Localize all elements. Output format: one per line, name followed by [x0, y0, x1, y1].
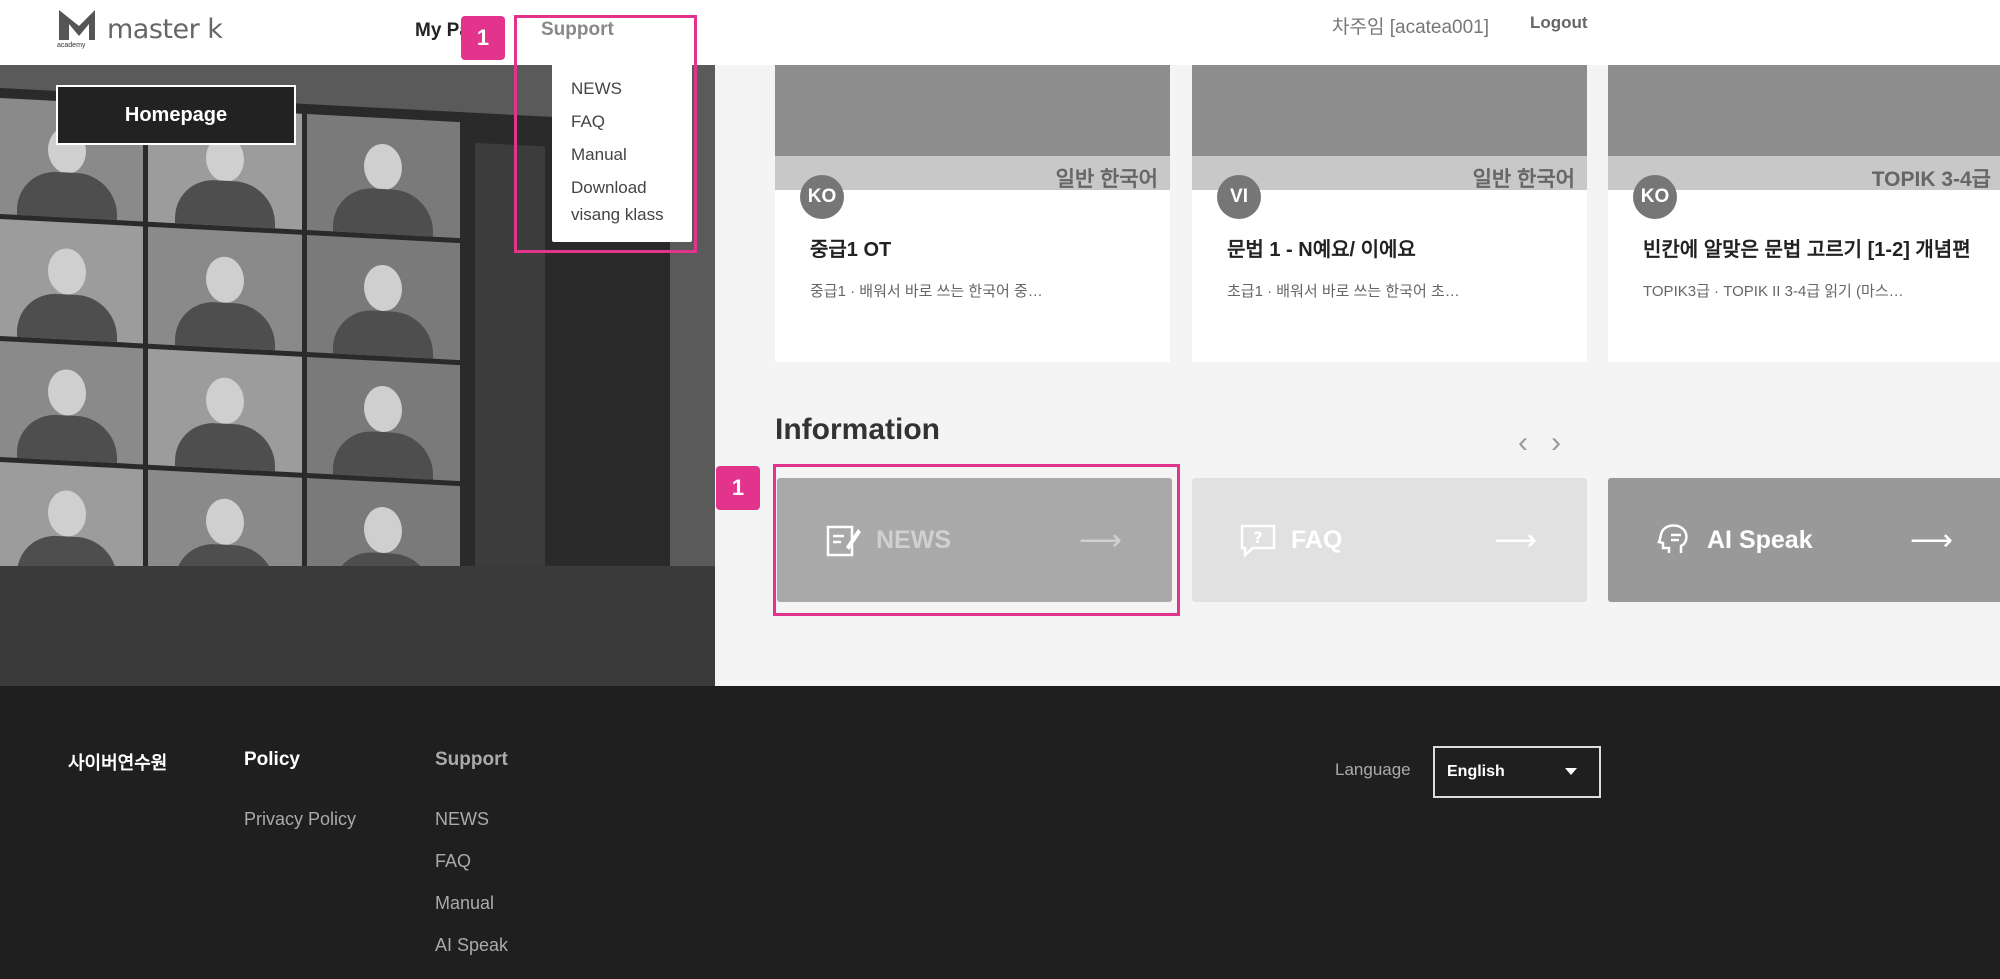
call-sidebar: [475, 142, 545, 617]
menu-item-download[interactable]: Download visang klass: [552, 174, 672, 228]
footer-link-news[interactable]: NEWS: [435, 809, 508, 830]
faq-card-label: FAQ: [1291, 525, 1343, 554]
faq-card[interactable]: ? FAQ ⟶: [1192, 478, 1587, 602]
footer-link-privacy[interactable]: Privacy Policy: [244, 809, 356, 830]
caret-down-icon: [1565, 768, 1577, 775]
logo-mark-icon: academy: [57, 8, 97, 50]
site-footer: 사이버연수원 Policy Privacy Policy Support NEW…: [0, 686, 2000, 979]
news-card[interactable]: NEWS ⟶: [777, 478, 1172, 602]
footer-policy-heading: Policy: [244, 749, 300, 770]
course-title: 문법 1 - N예요/ 이에요: [1227, 239, 1416, 261]
site-header: academy master k My Pa Support 차주임 [acat…: [0, 0, 2000, 65]
logout-link[interactable]: Logout: [1530, 13, 1588, 33]
language-select[interactable]: English: [1433, 746, 1601, 798]
nav-support[interactable]: Support: [541, 19, 614, 41]
logo-subtext: academy: [57, 42, 86, 49]
svg-text:?: ?: [1253, 528, 1262, 547]
course-title: 중급1 OT: [810, 239, 892, 261]
news-card-label: NEWS: [876, 525, 951, 554]
user-name: 차주임 [acatea001]: [1332, 17, 1490, 38]
course-card[interactable]: TOPIK 3-4급 KO 빈칸에 알맞은 문법 고르기 [1-2] 개념편 T…: [1608, 65, 2000, 362]
footer-support-heading: Support: [435, 749, 508, 770]
step-marker: 1: [461, 16, 505, 60]
course-subtitle: TOPIK3급 · TOPIK II 3-4급 읽기 (마스…: [1643, 283, 1904, 300]
footer-link-faq[interactable]: FAQ: [435, 851, 508, 872]
course-subtitle: 초급1 · 배워서 바로 쓰는 한국어 초…: [1227, 283, 1460, 300]
menu-item-manual[interactable]: Manual: [552, 138, 692, 171]
chevron-right-icon[interactable]: ›: [1551, 428, 1561, 458]
footer-link-manual[interactable]: Manual: [435, 893, 508, 914]
course-category: 일반 한국어: [1055, 168, 1158, 191]
question-chat-icon: ?: [1237, 519, 1279, 561]
language-badge: KO: [800, 175, 844, 219]
footer-link-ai-speak[interactable]: AI Speak: [435, 935, 508, 956]
logo-text: master k: [107, 14, 223, 45]
language-label: Language: [1335, 760, 1411, 779]
course-subtitle: 중급1 · 배워서 바로 쓰는 한국어 중…: [810, 283, 1043, 300]
course-category: TOPIK 3-4급: [1871, 168, 1991, 191]
arrow-right-icon: ⟶: [1078, 524, 1122, 557]
course-card[interactable]: 일반 한국어 VI 문법 1 - N예요/ 이에요 초급1 · 배워서 바로 쓰…: [1192, 65, 1587, 362]
keyboard-image: [0, 566, 715, 686]
course-category: 일반 한국어: [1472, 168, 1575, 191]
support-dropdown-menu: NEWS FAQ Manual Download visang klass: [552, 52, 692, 242]
course-card[interactable]: 일반 한국어 KO 중급1 OT 중급1 · 배워서 바로 쓰는 한국어 중…: [775, 65, 1170, 362]
course-title: 빈칸에 알맞은 문법 고르기 [1-2] 개념편: [1643, 239, 1971, 261]
video-call-grid: [0, 97, 460, 603]
language-badge: KO: [1633, 175, 1677, 219]
ai-speak-card[interactable]: AI Speak ⟶: [1608, 478, 2000, 602]
step-marker: 1: [716, 466, 760, 510]
chevron-left-icon[interactable]: ‹: [1518, 428, 1528, 458]
language-select-value: English: [1447, 763, 1505, 780]
arrow-right-icon: ⟶: [1909, 524, 1953, 557]
footer-policy-column: Policy Privacy Policy: [244, 749, 356, 830]
edit-note-icon: [822, 519, 864, 561]
speaking-head-icon: [1653, 519, 1695, 561]
logo[interactable]: academy master k: [57, 8, 223, 50]
footer-brand: 사이버연수원: [68, 753, 168, 773]
language-badge: VI: [1217, 175, 1261, 219]
information-heading: Information: [775, 413, 940, 446]
menu-item-faq[interactable]: FAQ: [552, 105, 692, 138]
arrow-right-icon: ⟶: [1493, 524, 1537, 557]
ai-speak-card-label: AI Speak: [1707, 525, 1813, 554]
menu-item-news[interactable]: NEWS: [552, 72, 692, 105]
homepage-button[interactable]: Homepage: [56, 85, 296, 145]
footer-support-column: Support NEWS FAQ Manual AI Speak: [435, 749, 508, 956]
